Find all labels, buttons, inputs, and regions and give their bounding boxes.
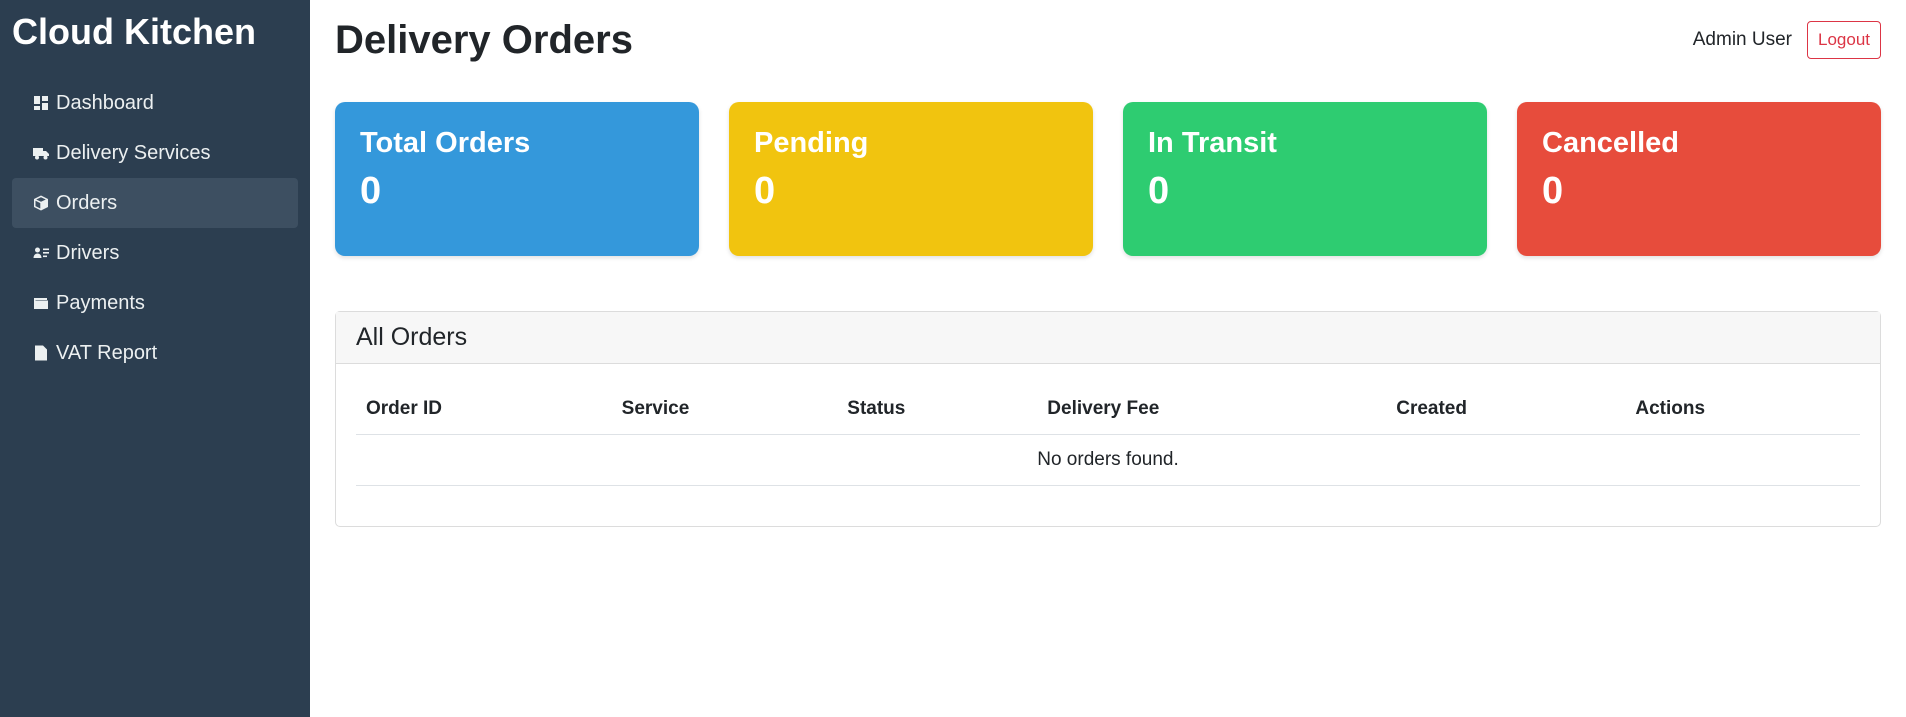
box-icon: [32, 194, 50, 212]
stat-label: Pending: [754, 127, 869, 159]
document-icon: [32, 344, 50, 362]
stats-row: Total Orders 0 Pending 0 In Transit 0 Ca…: [335, 102, 1881, 256]
page-title: Delivery Orders: [335, 17, 633, 62]
stat-value: 0: [1148, 170, 1170, 212]
sidebar-item-label: Drivers: [56, 241, 120, 264]
column-header-service: Service: [611, 384, 838, 435]
sidebar-item-label: VAT Report: [56, 341, 158, 364]
logout-button[interactable]: Logout: [1807, 21, 1881, 59]
user-name: Admin User: [1692, 29, 1792, 50]
column-header-order-id: Order ID: [356, 384, 612, 435]
sidebar-item-dashboard[interactable]: Dashboard: [12, 78, 298, 128]
top-bar: Delivery Orders Admin User Logout: [335, 0, 1881, 80]
sidebar-item-vat-report[interactable]: VAT Report: [12, 328, 298, 378]
stat-label: Cancelled: [1542, 127, 1679, 159]
column-header-created: Created: [1386, 384, 1626, 435]
stat-card-cancelled: Cancelled 0: [1517, 102, 1881, 256]
table-header-row: Order ID Service Status Delivery Fee Cre…: [356, 384, 1860, 435]
table-row: No orders found.: [356, 434, 1860, 486]
truck-icon: [32, 144, 50, 162]
sidebar-item-label: Orders: [56, 191, 118, 214]
brand-title: Cloud Kitchen: [12, 11, 256, 52]
stat-value: 0: [1542, 170, 1564, 212]
sidebar-item-payments[interactable]: Payments: [12, 278, 298, 328]
dashboard-icon: [32, 94, 50, 112]
stat-card-total-orders: Total Orders 0: [335, 102, 699, 256]
orders-panel: All Orders Order ID Service Status Deliv…: [335, 311, 1881, 527]
panel-body: Order ID Service Status Delivery Fee Cre…: [336, 364, 1880, 526]
stat-card-in-transit: In Transit 0: [1123, 102, 1487, 256]
column-header-status: Status: [837, 384, 1038, 435]
wallet-icon: [32, 294, 50, 312]
column-header-delivery-fee: Delivery Fee: [1037, 384, 1387, 435]
stat-value: 0: [754, 170, 776, 212]
orders-table: Order ID Service Status Delivery Fee Cre…: [356, 384, 1860, 486]
sidebar-item-drivers[interactable]: Drivers: [12, 228, 298, 278]
column-header-actions: Actions: [1625, 384, 1860, 435]
driver-card-icon: [32, 244, 50, 262]
stat-card-pending: Pending 0: [729, 102, 1093, 256]
main-content: Delivery Orders Admin User Logout Total …: [310, 0, 1906, 717]
empty-message: No orders found.: [356, 434, 1860, 486]
stat-value: 0: [360, 170, 382, 212]
stat-label: Total Orders: [360, 127, 531, 159]
sidebar-item-label: Delivery Services: [56, 141, 211, 164]
sidebar-item-orders[interactable]: Orders: [12, 178, 298, 228]
sidebar-item-label: Payments: [56, 291, 145, 314]
sidebar-item-delivery-services[interactable]: Delivery Services: [12, 128, 298, 178]
sidebar-item-label: Dashboard: [56, 91, 154, 114]
user-area: Admin User Logout: [1693, 21, 1881, 59]
stat-label: In Transit: [1148, 127, 1277, 159]
sidebar: Cloud Kitchen Dashboard Delivery Service…: [0, 0, 310, 717]
sidebar-nav: Dashboard Delivery Services Orders Drive…: [12, 78, 298, 378]
panel-title: All Orders: [336, 312, 1880, 364]
